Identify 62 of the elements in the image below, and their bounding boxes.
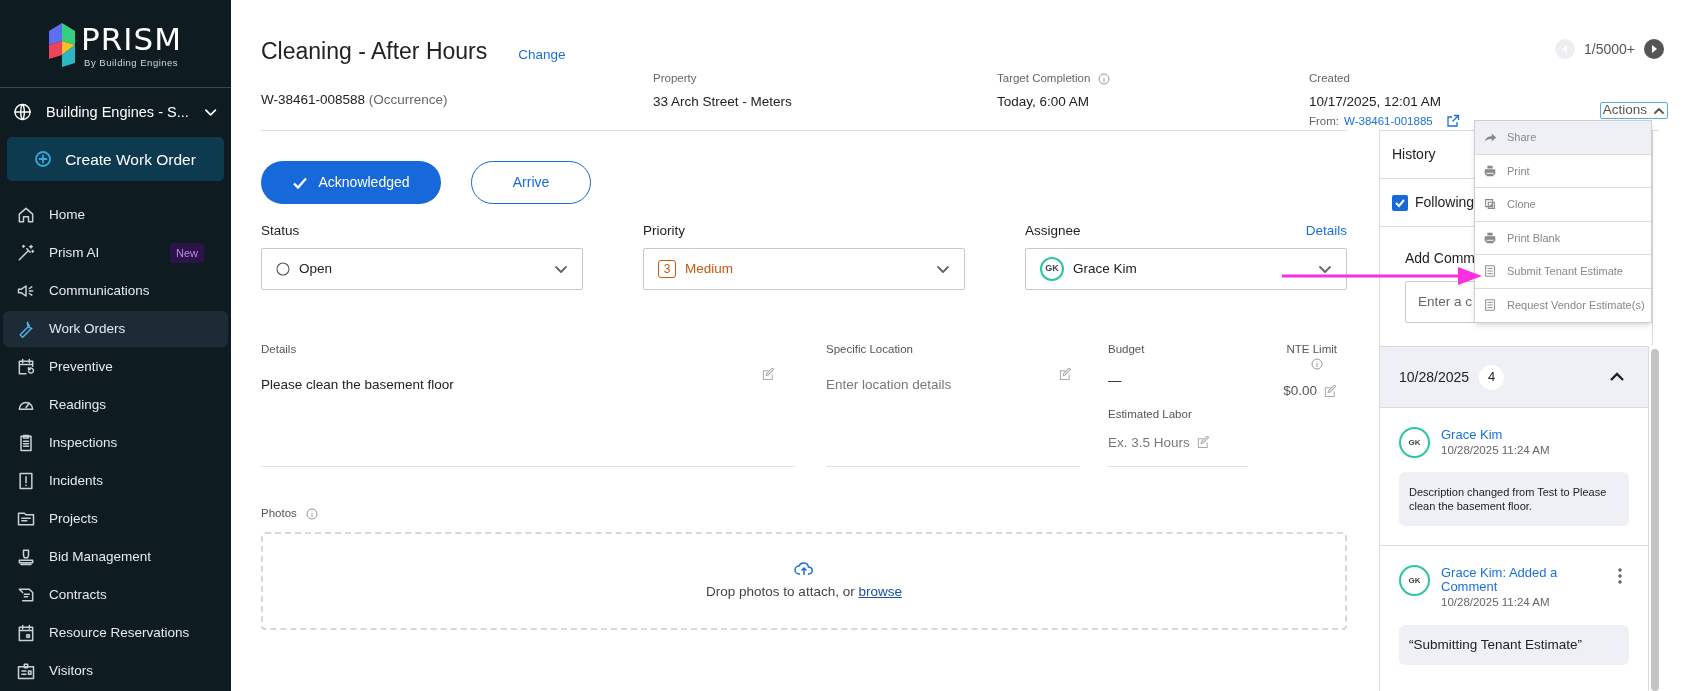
field-value: 33 Arch Street - Meters <box>653 92 793 111</box>
status-select[interactable]: Open <box>261 248 583 290</box>
pager-count: 1/5000+ <box>1584 39 1635 59</box>
menu-item[interactable]: Request Vendor Estimate(s) <box>1475 288 1651 322</box>
menu-item[interactable]: Clone <box>1475 188 1651 222</box>
comment-text: “Submitting Tenant Estimate” <box>1409 635 1584 654</box>
work-order-id: W-38461-008588 (Occurrence) <box>261 90 449 109</box>
menu-item[interactable]: Print <box>1475 154 1651 188</box>
labor-placeholder[interactable]: Ex. 3.5 Hours <box>1108 432 1190 453</box>
actions-button[interactable]: Actions <box>1599 102 1668 119</box>
create-work-order-button[interactable]: Create Work Order <box>7 137 224 181</box>
add-comment-label: Add Comm <box>1405 249 1477 268</box>
logo-tagline: By Building Engines <box>84 57 180 67</box>
field-label: Specific Location <box>826 342 914 357</box>
change-link[interactable]: Change <box>518 45 566 66</box>
field-label: Assignee <box>1025 221 1081 240</box>
priority-select[interactable]: 3 Medium <box>643 248 965 290</box>
history-message: Description changed from Test to Please clean the basement floor. <box>1409 485 1608 514</box>
avatar: GK <box>1399 427 1430 458</box>
priority-number: 3 <box>658 260 676 278</box>
field-value: 10/17/2025, 12:01 AM <box>1309 92 1443 111</box>
field-label: NTE Limit <box>1286 342 1337 357</box>
avatar: GK <box>1040 257 1064 281</box>
field-label: Photos <box>261 506 297 521</box>
menu-item[interactable]: Print Blank <box>1475 221 1651 255</box>
nav-item[interactable]: Work Orders <box>3 311 228 347</box>
field-label: Estimated Labor <box>1108 406 1193 422</box>
menu-item[interactable]: Submit Tenant Estimate <box>1475 255 1651 289</box>
field-label: Status <box>261 221 300 240</box>
field-label: Details <box>261 342 298 357</box>
location-placeholder[interactable]: Enter location details <box>826 368 952 396</box>
details-link[interactable]: Details <box>1305 220 1347 242</box>
page-title: Cleaning - After Hours <box>261 37 488 66</box>
budget-value: — <box>1108 372 1122 391</box>
field-label: Property <box>653 70 697 86</box>
count-badge: 4 <box>1479 364 1505 390</box>
field-value: Today, 6:00 AM <box>997 92 1091 111</box>
from-label: From: <box>1309 113 1340 129</box>
history-title: History <box>1392 145 1436 164</box>
assignee-select[interactable]: GK Grace Kim <box>1025 248 1347 290</box>
field-label: Created <box>1309 70 1350 86</box>
field-label: Budget <box>1108 342 1146 357</box>
author-name[interactable]: Grace Kim: Added a Comment <box>1441 565 1606 595</box>
arrive-button[interactable]: Arrive <box>471 161 591 204</box>
date-group-header[interactable]: 10/28/2025 4 <box>1380 347 1648 408</box>
author-name[interactable]: Grace Kim <box>1441 427 1629 442</box>
field-label: Target Completion <box>997 70 1091 86</box>
entry-timestamp: 10/28/2025 11:24 AM <box>1441 595 1551 611</box>
nte-limit-value: $0.00 <box>1283 382 1317 401</box>
photo-dropzone[interactable]: Drop photos to attach, or browse <box>261 532 1347 631</box>
details-text: Please clean the basement floor <box>261 376 454 395</box>
account-selector[interactable]: Building Engines - S... <box>0 88 231 137</box>
browse-link[interactable]: browse <box>858 583 902 599</box>
logo-wordmark: PRISM <box>81 23 182 55</box>
new-badge: New <box>170 242 204 264</box>
acknowledged-button[interactable]: Acknowledged <box>261 161 441 204</box>
entry-timestamp: 10/28/2025 11:24 AM <box>1441 443 1551 458</box>
avatar: GK <box>1399 565 1430 597</box>
dropzone-prompt: Drop photos to attach, or browse <box>706 582 902 601</box>
source-work-order-link[interactable]: W-38461-001885 <box>1344 112 1433 130</box>
field-label: Priority <box>643 221 685 240</box>
following-label: Following <box>1415 193 1475 212</box>
